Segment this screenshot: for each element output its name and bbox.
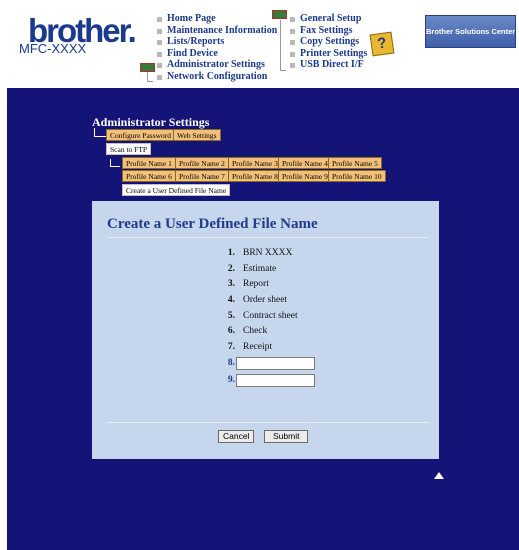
tab-profile-5[interactable]: Profile Name 5 bbox=[328, 157, 382, 169]
tab-profile-3[interactable]: Profile Name 3 bbox=[228, 157, 282, 169]
tree-connector bbox=[110, 159, 120, 167]
nav-administrator-settings[interactable]: Administrator Settings bbox=[155, 59, 277, 71]
tab-profile-1[interactable]: Profile Name 1 bbox=[122, 157, 176, 169]
list-item: 6. Check bbox=[227, 326, 268, 337]
solutions-center-button[interactable]: Brother Solutions Center bbox=[425, 15, 516, 48]
list-item: 7. Receipt bbox=[227, 342, 273, 353]
tab-profile-9[interactable]: Profile Name 9 bbox=[278, 170, 332, 182]
help-icon[interactable]: ? bbox=[369, 31, 395, 57]
model-name: MFC-XXXX bbox=[19, 41, 87, 56]
bullet-icon bbox=[290, 51, 295, 57]
list-item: 3. Report bbox=[227, 279, 269, 290]
list-item: 2. Estimate bbox=[227, 263, 277, 274]
bullet-icon bbox=[290, 63, 295, 68]
nav-fax-settings[interactable]: Fax Settings bbox=[288, 25, 367, 37]
nav-copy-settings[interactable]: Copy Settings bbox=[288, 36, 367, 48]
nav-lists-reports[interactable]: Lists/Reports bbox=[155, 36, 277, 48]
list-item: 4. Order sheet bbox=[227, 295, 288, 306]
nav-network-configuration[interactable]: Network Configuration bbox=[155, 71, 277, 83]
submit-button[interactable]: Submit bbox=[264, 430, 309, 443]
header: brother. MFC-XXXX Home Page Maintenance … bbox=[0, 0, 519, 88]
cancel-button[interactable]: Cancel bbox=[218, 430, 255, 443]
tab-web-settings[interactable]: Web Settings bbox=[173, 129, 221, 141]
nav-printer-settings[interactable]: Printer Settings bbox=[288, 48, 367, 60]
list-item: 5. Contract sheet bbox=[227, 310, 298, 321]
divider bbox=[107, 422, 429, 423]
nav-tree-line bbox=[147, 72, 153, 82]
tab-profile-7[interactable]: Profile Name 7 bbox=[175, 170, 229, 182]
nav-general-setup[interactable]: General Setup bbox=[288, 13, 367, 25]
nav-maintenance-information[interactable]: Maintenance Information bbox=[155, 25, 277, 37]
scroll-top-icon[interactable] bbox=[434, 472, 444, 479]
tab-scan-to-ftp[interactable]: Scan to FTP bbox=[106, 143, 152, 155]
nav-left: Home Page Maintenance Information Lists/… bbox=[155, 13, 277, 82]
divider bbox=[107, 237, 429, 238]
nav-right: General Setup Fax Settings Copy Settings… bbox=[288, 13, 367, 71]
tab-profile-4[interactable]: Profile Name 4 bbox=[278, 157, 332, 169]
file-name-8-input[interactable] bbox=[236, 356, 315, 370]
bullet-icon bbox=[290, 40, 295, 45]
tab-user-defined-file-name[interactable]: Create a User Defined File Name bbox=[122, 184, 231, 196]
tab-profile-10[interactable]: Profile Name 10 bbox=[328, 170, 386, 182]
content-panel: Create a User Defined File Name 1. BRN XX… bbox=[92, 201, 439, 459]
tab-profile-6[interactable]: Profile Name 6 bbox=[122, 170, 176, 182]
bullet-icon bbox=[157, 51, 162, 57]
list-item: 1. BRN XXXX bbox=[227, 248, 293, 258]
bullet-icon bbox=[157, 17, 162, 22]
bullet-icon bbox=[290, 28, 295, 34]
page-title: Create a User Defined File Name bbox=[107, 216, 318, 232]
tab-profile-2[interactable]: Profile Name 2 bbox=[175, 157, 229, 169]
list-item-input: 8. bbox=[217, 356, 315, 373]
file-name-list: 1. BRN XXXX 2. Estimate 3. Report 4. Order s… bbox=[217, 246, 315, 390]
bullet-icon bbox=[157, 40, 162, 45]
tree-connector bbox=[94, 128, 106, 137]
file-name-9-input[interactable] bbox=[236, 373, 315, 387]
tab-configure-password[interactable]: Configure Password bbox=[106, 129, 176, 141]
bullet-icon bbox=[290, 17, 295, 22]
nav-usb-direct[interactable]: USB Direct I/F bbox=[288, 59, 367, 71]
bullet-icon bbox=[157, 74, 162, 80]
bullet-icon bbox=[157, 63, 162, 68]
bullet-icon bbox=[157, 28, 162, 34]
current-page-arrow-icon bbox=[140, 63, 155, 72]
nav-find-device[interactable]: Find Device bbox=[155, 48, 277, 60]
list-item-input: 9. bbox=[217, 373, 315, 390]
folder-arrow-icon bbox=[272, 10, 287, 19]
admin-settings-title: Administrator Settings bbox=[92, 115, 210, 129]
nav-home-page[interactable]: Home Page bbox=[155, 13, 277, 25]
nav-tree-line bbox=[280, 20, 286, 71]
tab-profile-8[interactable]: Profile Name 8 bbox=[228, 170, 282, 182]
